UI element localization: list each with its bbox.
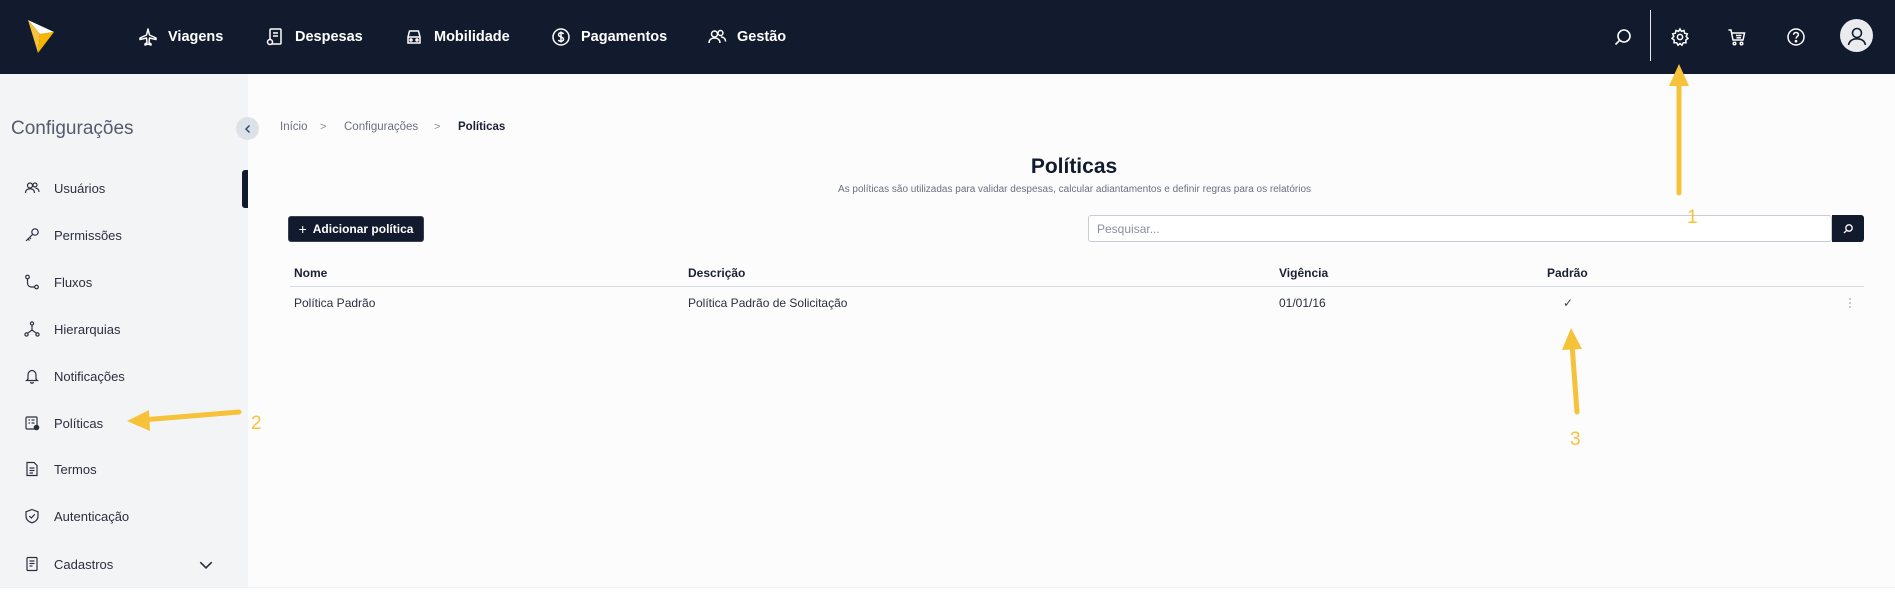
search-button[interactable] [1609,23,1637,51]
cart-button[interactable] [1723,23,1751,51]
dollar-icon [552,28,570,46]
add-policy-button[interactable]: + Adicionar política [288,216,424,242]
table-cell-padrao-check-icon: ✓ [1563,296,1574,310]
column-header-nome[interactable]: Nome [294,266,327,280]
nav-mobilidade[interactable]: Mobilidade [404,0,510,74]
nav-label: Despesas [295,29,363,45]
nav-despesas[interactable]: Despesas [265,0,363,74]
sidebar-item-label: Fluxos [54,274,93,290]
search-icon [1843,223,1853,233]
sidebar-item-label: Notificações [54,368,125,384]
sidebar-item-fluxos[interactable]: Fluxos [24,269,92,295]
main-content [248,74,1895,587]
policy-icon [25,416,40,431]
sidebar-item-label: Permissões [54,227,122,243]
page-subtitle: As políticas são utilizadas para validar… [837,184,1312,195]
cart-icon [1728,29,1746,46]
row-actions-menu-icon[interactable] [1843,294,1857,312]
sidebar-item-label: Hierarquias [54,321,121,337]
annotation-label-1: 1 [1687,207,1698,228]
chevron-left-icon [244,124,250,133]
search-submit-button[interactable] [1832,215,1864,242]
breadcrumb-inicio[interactable]: Início [280,121,308,133]
nav-label: Gestão [737,29,787,45]
nav-pagamentos[interactable]: Pagamentos [551,0,667,74]
logo-icon[interactable] [26,18,56,54]
top-navbar: Viagens Despesas Mobilidade Pagamentos G… [0,0,1895,74]
breadcrumb-separator: > [320,121,327,133]
sidebar-item-usuarios[interactable]: Usuários [24,175,105,201]
avatar[interactable] [1840,19,1873,52]
sidebar-item-termos[interactable]: Termos [24,456,97,482]
table-cell-vigencia[interactable]: 01/01/16 [1279,296,1326,310]
sidebar-item-hierarquias[interactable]: Hierarquias [24,316,120,342]
shield-icon [25,508,39,524]
column-header-vigencia[interactable]: Vigência [1279,266,1328,280]
annotation-label-3: 3 [1570,429,1581,450]
search-input[interactable] [1091,218,1829,239]
annotation-label-2: 2 [251,413,262,434]
hierarchy-icon [24,321,40,337]
document-icon [26,461,38,477]
table-cell-nome[interactable]: Política Padrão [294,296,375,310]
receipt-icon [266,28,282,46]
column-header-padrao[interactable]: Padrão [1547,266,1588,280]
sidebar-item-label: Termos [54,461,97,477]
collapse-sidebar-button[interactable] [236,117,259,140]
sidebar-item-label: Políticas [54,415,104,431]
sidebar-title: Configurações [11,118,134,139]
settings-button[interactable] [1666,23,1694,51]
add-policy-label: Adicionar política [312,222,414,236]
nav-label: Viagens [168,29,224,45]
chevron-down-icon[interactable] [198,557,214,573]
users-icon [24,182,40,194]
plus-icon: + [298,221,307,237]
help-icon [1787,28,1805,46]
search-icon [1614,29,1631,46]
sidebar-item-label: Cadastros [54,556,114,572]
sidebar-item-cadastros[interactable]: Cadastros [24,551,214,577]
breadcrumb-politicas: Políticas [458,121,506,133]
nav-label: Mobilidade [434,29,510,45]
help-button[interactable] [1782,23,1810,51]
breadcrumb-separator: > [434,121,441,133]
car-icon [407,30,421,44]
footer-band [0,587,1895,615]
nav-viagens[interactable]: Viagens [138,0,223,74]
users-icon [708,29,727,44]
avatar-icon [1847,27,1866,45]
table-cell-descricao[interactable]: Política Padrão de Solicitação [688,296,847,310]
key-icon [25,228,39,242]
sidebar-item-autenticacao[interactable]: Autenticação [24,503,129,529]
divider [1650,10,1651,61]
flow-icon [25,274,39,290]
sidebar-item-permissoes[interactable]: Permissões [24,222,122,248]
sidebar-item-politicas[interactable]: Políticas [24,410,103,436]
sidebar-item-notificacoes[interactable]: Notificações [24,363,125,389]
active-indicator [242,170,248,208]
breadcrumb-configuracoes[interactable]: Configurações [344,121,418,133]
column-header-descricao[interactable]: Descrição [688,266,745,280]
nav-label: Pagamentos [581,29,668,45]
register-icon [26,556,38,572]
gear-icon [1670,27,1690,47]
table-header-divider [290,286,1864,287]
page-title: Políticas [1030,155,1118,178]
sidebar-item-label: Usuários [54,180,106,196]
nav-gestao[interactable]: Gestão [707,0,786,74]
sidebar-item-label: Autenticação [54,508,130,524]
airplane-icon [139,28,157,46]
bell-icon [25,369,39,384]
